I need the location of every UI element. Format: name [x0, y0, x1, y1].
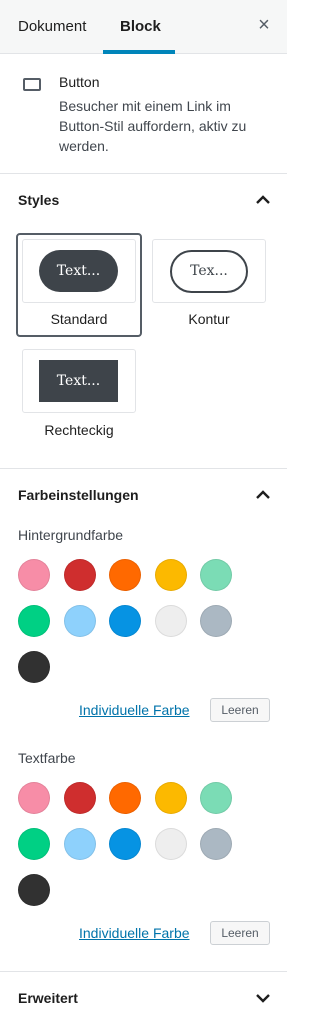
style-rechteckig-preview: Text...	[39, 360, 118, 402]
text-color-swatch[interactable]	[18, 828, 50, 860]
background-color-swatch[interactable]	[109, 559, 141, 591]
background-clear-button[interactable]: Leeren	[210, 698, 270, 722]
chevron-up-icon	[256, 490, 270, 499]
background-color-swatch[interactable]	[200, 559, 232, 591]
style-kontur-preview: Tex...	[170, 250, 248, 293]
styles-panel-toggle[interactable]: Styles	[0, 174, 287, 226]
color-panel-toggle[interactable]: Farbeinstellungen	[0, 469, 287, 521]
advanced-panel-title: Erweitert	[18, 990, 78, 1006]
background-custom-color-link[interactable]: Individuelle Farbe	[79, 702, 190, 719]
text-color-swatch[interactable]	[154, 782, 187, 814]
text-custom-color-link[interactable]: Individuelle Farbe	[79, 925, 190, 942]
text-color-swatch[interactable]	[109, 828, 141, 860]
block-description: Besucher mit einem Link im Button-Stil a…	[59, 98, 247, 154]
background-color-swatch[interactable]	[109, 605, 141, 637]
button-block-icon	[23, 78, 41, 91]
style-kontur-label: Kontur	[188, 311, 230, 327]
color-panel-title: Farbeinstellungen	[18, 487, 139, 503]
text-color-swatch[interactable]	[154, 828, 187, 860]
style-standard-label: Standard	[50, 311, 108, 327]
text-color-label: Textfarbe	[18, 750, 76, 766]
chevron-up-icon	[256, 195, 270, 204]
chevron-down-icon	[256, 994, 270, 1003]
tab-document[interactable]: Dokument	[18, 18, 86, 36]
tab-block[interactable]: Block	[120, 18, 161, 36]
text-color-swatch[interactable]	[109, 782, 141, 814]
background-color-swatch[interactable]	[63, 605, 96, 637]
background-color-swatch[interactable]	[154, 605, 187, 637]
text-color-swatch[interactable]	[200, 782, 232, 814]
style-rechteckig-label: Rechteckig	[44, 422, 114, 438]
background-color-swatch[interactable]	[18, 651, 50, 683]
text-color-swatch[interactable]	[18, 874, 50, 906]
background-color-label: Hintergrundfarbe	[18, 527, 124, 543]
text-color-swatch[interactable]	[63, 782, 96, 814]
text-clear-button[interactable]: Leeren	[210, 921, 270, 945]
text-color-swatch[interactable]	[200, 828, 232, 860]
style-standard-preview: Text...	[39, 250, 118, 292]
background-color-swatch[interactable]	[18, 605, 50, 637]
block-title: Button	[59, 74, 100, 90]
background-color-swatch[interactable]	[154, 559, 187, 591]
text-color-swatch[interactable]	[63, 828, 96, 860]
text-color-swatch[interactable]	[18, 782, 50, 814]
advanced-panel-toggle[interactable]: Erweitert	[0, 972, 287, 1024]
background-color-swatch[interactable]	[18, 559, 50, 591]
sidebar-tabs: Dokument Block ×	[0, 0, 287, 54]
close-icon[interactable]: ×	[254, 14, 274, 36]
styles-panel-title: Styles	[18, 192, 60, 208]
background-color-swatch[interactable]	[63, 559, 96, 591]
background-color-swatch[interactable]	[200, 605, 232, 637]
